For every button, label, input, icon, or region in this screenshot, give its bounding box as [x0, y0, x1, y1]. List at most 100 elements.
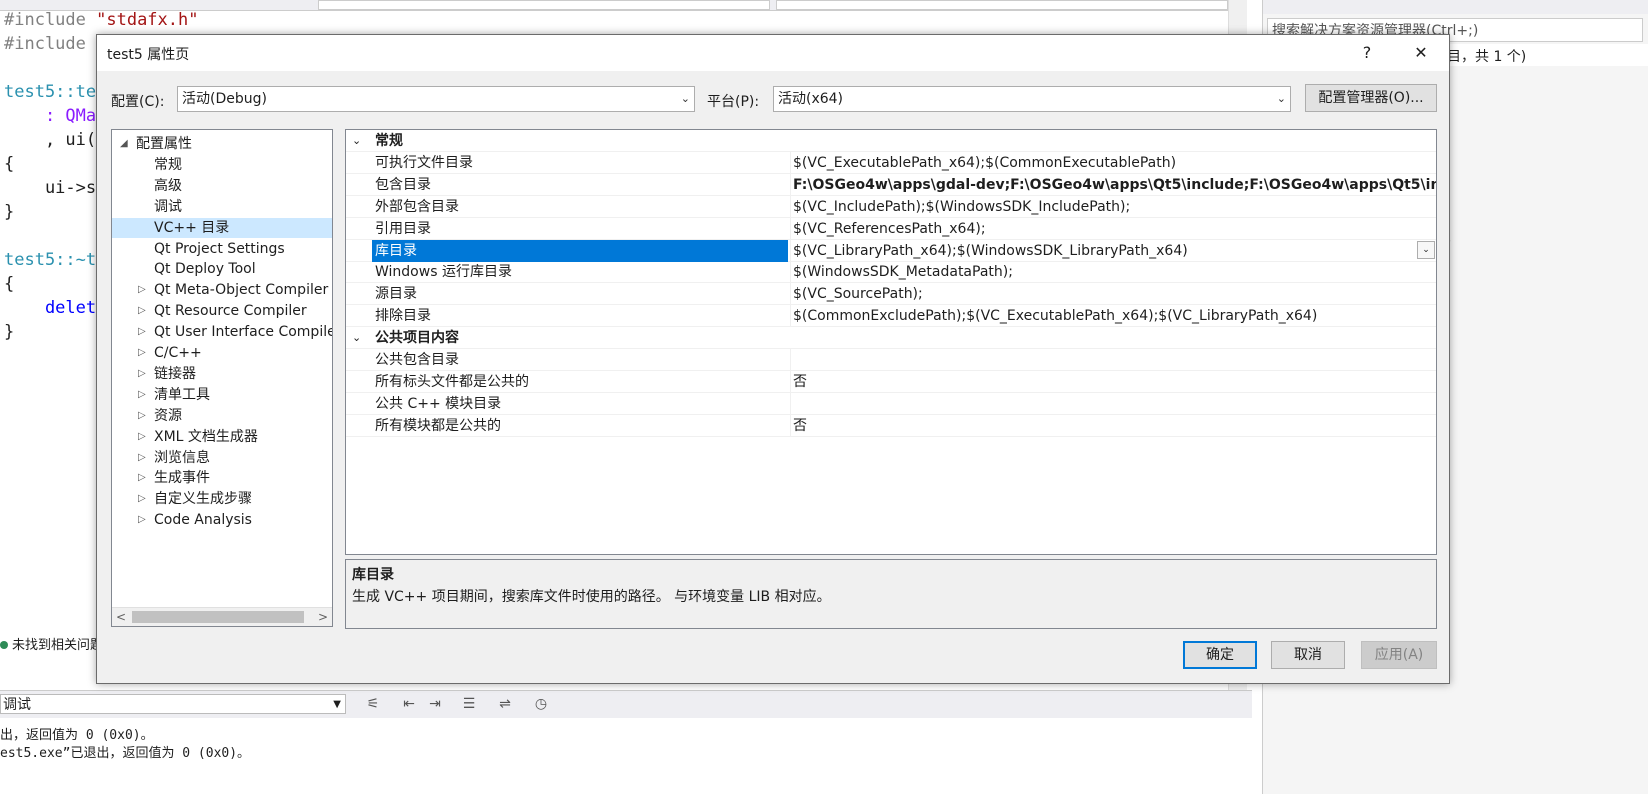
prev-message-icon[interactable]: ⇤ [400, 695, 418, 713]
config-dropdown[interactable]: 活动(Debug) ⌄ [177, 86, 695, 112]
clock-icon[interactable]: ◷ [532, 695, 550, 713]
code-line: { [4, 274, 15, 294]
property-name: 公共 C++ 模块目录 [375, 395, 502, 412]
collapsed-arrow-icon[interactable]: ▷ [138, 280, 146, 300]
tree-item[interactable]: ◢ 配置属性 [112, 134, 332, 154]
collapsed-arrow-icon[interactable]: ▷ [138, 385, 146, 405]
ok-button[interactable]: 确定 [1183, 641, 1257, 669]
next-message-icon[interactable]: ⇥ [426, 695, 444, 713]
property-value[interactable]: $(VC_IncludePath);$(WindowsSDK_IncludePa… [790, 195, 1436, 218]
collapsed-arrow-icon[interactable]: ▷ [138, 301, 146, 321]
member-dropdown[interactable] [776, 0, 1228, 10]
tree-item[interactable]: VC++ 目录 [112, 217, 332, 238]
collapsed-arrow-icon[interactable]: ▷ [138, 468, 146, 488]
tree-item[interactable]: ▷ Qt Resource Compiler [112, 301, 332, 321]
tree-item[interactable]: ▷ 链接器 [112, 364, 332, 384]
scroll-right-icon[interactable]: > [318, 608, 328, 626]
grid-row[interactable]: 公共包含目录 [346, 349, 1436, 371]
collapsed-arrow-icon[interactable]: ▷ [138, 406, 146, 426]
property-name: 引用目录 [375, 220, 431, 237]
collapsed-arrow-icon[interactable]: ▷ [138, 489, 146, 509]
grid-row[interactable]: 公共 C++ 模块目录 [346, 392, 1436, 415]
tree-item-label: 自定义生成步骤 [154, 491, 252, 508]
status-issues[interactable]: 未找到相关问题 [0, 634, 103, 654]
grid-category[interactable]: ⌄ 常规 [346, 130, 1436, 152]
platform-label: 平台(P): [707, 94, 760, 110]
tree-item[interactable]: 常规 [112, 155, 332, 175]
scope-dropdown[interactable] [318, 0, 770, 10]
clear-all-icon[interactable]: ☰ [460, 695, 478, 713]
property-value[interactable]: $(VC_ExecutablePath_x64);$(CommonExecuta… [790, 151, 1436, 174]
tree-item[interactable]: Qt Project Settings [112, 239, 332, 259]
apply-button[interactable]: 应用(A) [1361, 641, 1437, 669]
find-message-icon[interactable]: ⚟ [364, 695, 382, 713]
code-line: delete [4, 298, 107, 318]
word-wrap-icon[interactable]: ⇌ [496, 695, 514, 713]
collapsed-arrow-icon[interactable]: ▷ [138, 343, 146, 363]
output-pane[interactable]: 出，返回值为 0 (0x0)。 est5.exe”已退出，返回值为 0 (0x0… [0, 718, 1252, 794]
chevron-down-icon[interactable]: ⌄ [352, 327, 361, 349]
property-value[interactable]: $(VC_SourcePath); [790, 283, 1436, 306]
tree-item[interactable]: ▷ 生成事件 [112, 468, 332, 488]
tree-item[interactable]: Qt Deploy Tool [112, 259, 332, 279]
collapsed-arrow-icon[interactable]: ▷ [138, 364, 146, 384]
tree-item[interactable]: ▷ C/C++ [112, 343, 332, 363]
tree-item[interactable]: ▷ 清单工具 [112, 385, 332, 405]
expanded-arrow-icon[interactable]: ◢ [120, 134, 128, 154]
tree-item[interactable]: 高级 [112, 176, 332, 196]
config-manager-button[interactable]: 配置管理器(O)... [1305, 84, 1437, 112]
grid-row[interactable]: 所有标头文件都是公共的 否 [346, 370, 1436, 393]
property-value[interactable]: $(VC_LibraryPath_x64);$(WindowsSDK_Libra… [790, 239, 1436, 262]
property-value[interactable]: F:\OSGeo4w\apps\gdal-dev;F:\OSGeo4w\apps… [790, 173, 1436, 196]
property-name: 所有标头文件都是公共的 [375, 373, 529, 390]
property-value[interactable] [790, 392, 1436, 415]
close-button[interactable]: ✕ [1409, 41, 1433, 65]
grid-row[interactable]: 包含目录 F:\OSGeo4w\apps\gdal-dev;F:\OSGeo4w\… [346, 173, 1436, 196]
tree-item-label: 浏览信息 [154, 449, 210, 466]
collapsed-arrow-icon[interactable]: ▷ [138, 510, 146, 530]
property-grid[interactable]: ⌄ 常规可执行文件目录 $(VC_ExecutablePath_x64);$(Com… [345, 129, 1437, 555]
property-value[interactable]: 否 [790, 414, 1436, 437]
output-source-dropdown[interactable]: 调试 ▼ [0, 694, 346, 714]
grid-row[interactable]: 外部包含目录 $(VC_IncludePath);$(WindowsSDK_Inc… [346, 195, 1436, 218]
chevron-down-icon: ⌄ [680, 92, 690, 105]
grid-category[interactable]: ⌄ 公共项目内容 [346, 327, 1436, 350]
property-value[interactable]: $(CommonExcludePath);$(VC_ExecutablePath… [790, 305, 1436, 328]
property-value[interactable]: 否 [790, 370, 1436, 393]
tree-item[interactable]: ▷ Code Analysis [112, 510, 332, 530]
grid-row[interactable]: 排除目录 $(CommonExcludePath);$(VC_Executable… [346, 305, 1436, 328]
property-name: 公共包含目录 [375, 352, 459, 368]
collapsed-arrow-icon[interactable]: ▷ [138, 448, 146, 468]
scroll-left-icon[interactable]: < [116, 608, 126, 626]
tree-horizontal-scrollbar[interactable]: < > [112, 607, 332, 626]
platform-dropdown[interactable]: 活动(x64) ⌄ [773, 86, 1291, 112]
tree-item[interactable]: ▷ XML 文档生成器 [112, 427, 332, 447]
cancel-button[interactable]: 取消 [1271, 641, 1345, 669]
property-name: 常规 [375, 133, 403, 149]
tree-item-label: 调试 [154, 198, 182, 215]
collapsed-arrow-icon[interactable]: ▷ [138, 427, 146, 447]
grid-row[interactable]: 所有模块都是公共的 否 [346, 414, 1436, 437]
property-value[interactable] [790, 349, 1436, 371]
grid-row[interactable]: 引用目录 $(VC_ReferencesPath_x64); [346, 217, 1436, 240]
tree-item[interactable]: ▷ Qt Meta-Object Compiler [112, 280, 332, 300]
property-tree[interactable]: ▷ Code Analysis ▷ 自定义生成步骤 ▷ 生成事件 ▷ 浏览信息 ▷ XML 文档生… [111, 129, 333, 627]
tree-item-label: 清单工具 [154, 386, 210, 403]
grid-row[interactable]: 库目录 $(VC_LibraryPath_x64);$(WindowsSDK_Li… [346, 239, 1436, 262]
property-value[interactable]: $(VC_ReferencesPath_x64); [790, 217, 1436, 240]
property-value[interactable]: $(WindowsSDK_MetadataPath); [790, 261, 1436, 284]
collapsed-arrow-icon[interactable]: ▷ [138, 322, 146, 342]
value-dropdown-icon[interactable]: ⌄ [1417, 240, 1435, 259]
scrollbar-thumb[interactable] [132, 611, 304, 623]
tree-item[interactable]: ▷ 浏览信息 [112, 448, 332, 468]
tree-item[interactable]: ▷ 资源 [112, 406, 332, 426]
help-button[interactable]: ? [1355, 41, 1379, 65]
tree-item[interactable]: ▷ 自定义生成步骤 [112, 489, 332, 509]
grid-row[interactable]: 源目录 $(VC_SourcePath); [346, 283, 1436, 306]
tree-item[interactable]: 调试 [112, 197, 332, 217]
chevron-down-icon[interactable]: ⌄ [352, 130, 361, 152]
grid-row[interactable]: Windows 运行库目录 $(WindowsSDK_MetadataPath); [346, 261, 1436, 284]
tree-item[interactable]: ▷ Qt User Interface Compiler [112, 322, 332, 342]
grid-row[interactable]: 可执行文件目录 $(VC_ExecutablePath_x64);$(Common… [346, 151, 1436, 174]
solution-explorer-toolbar [1263, 0, 1648, 14]
